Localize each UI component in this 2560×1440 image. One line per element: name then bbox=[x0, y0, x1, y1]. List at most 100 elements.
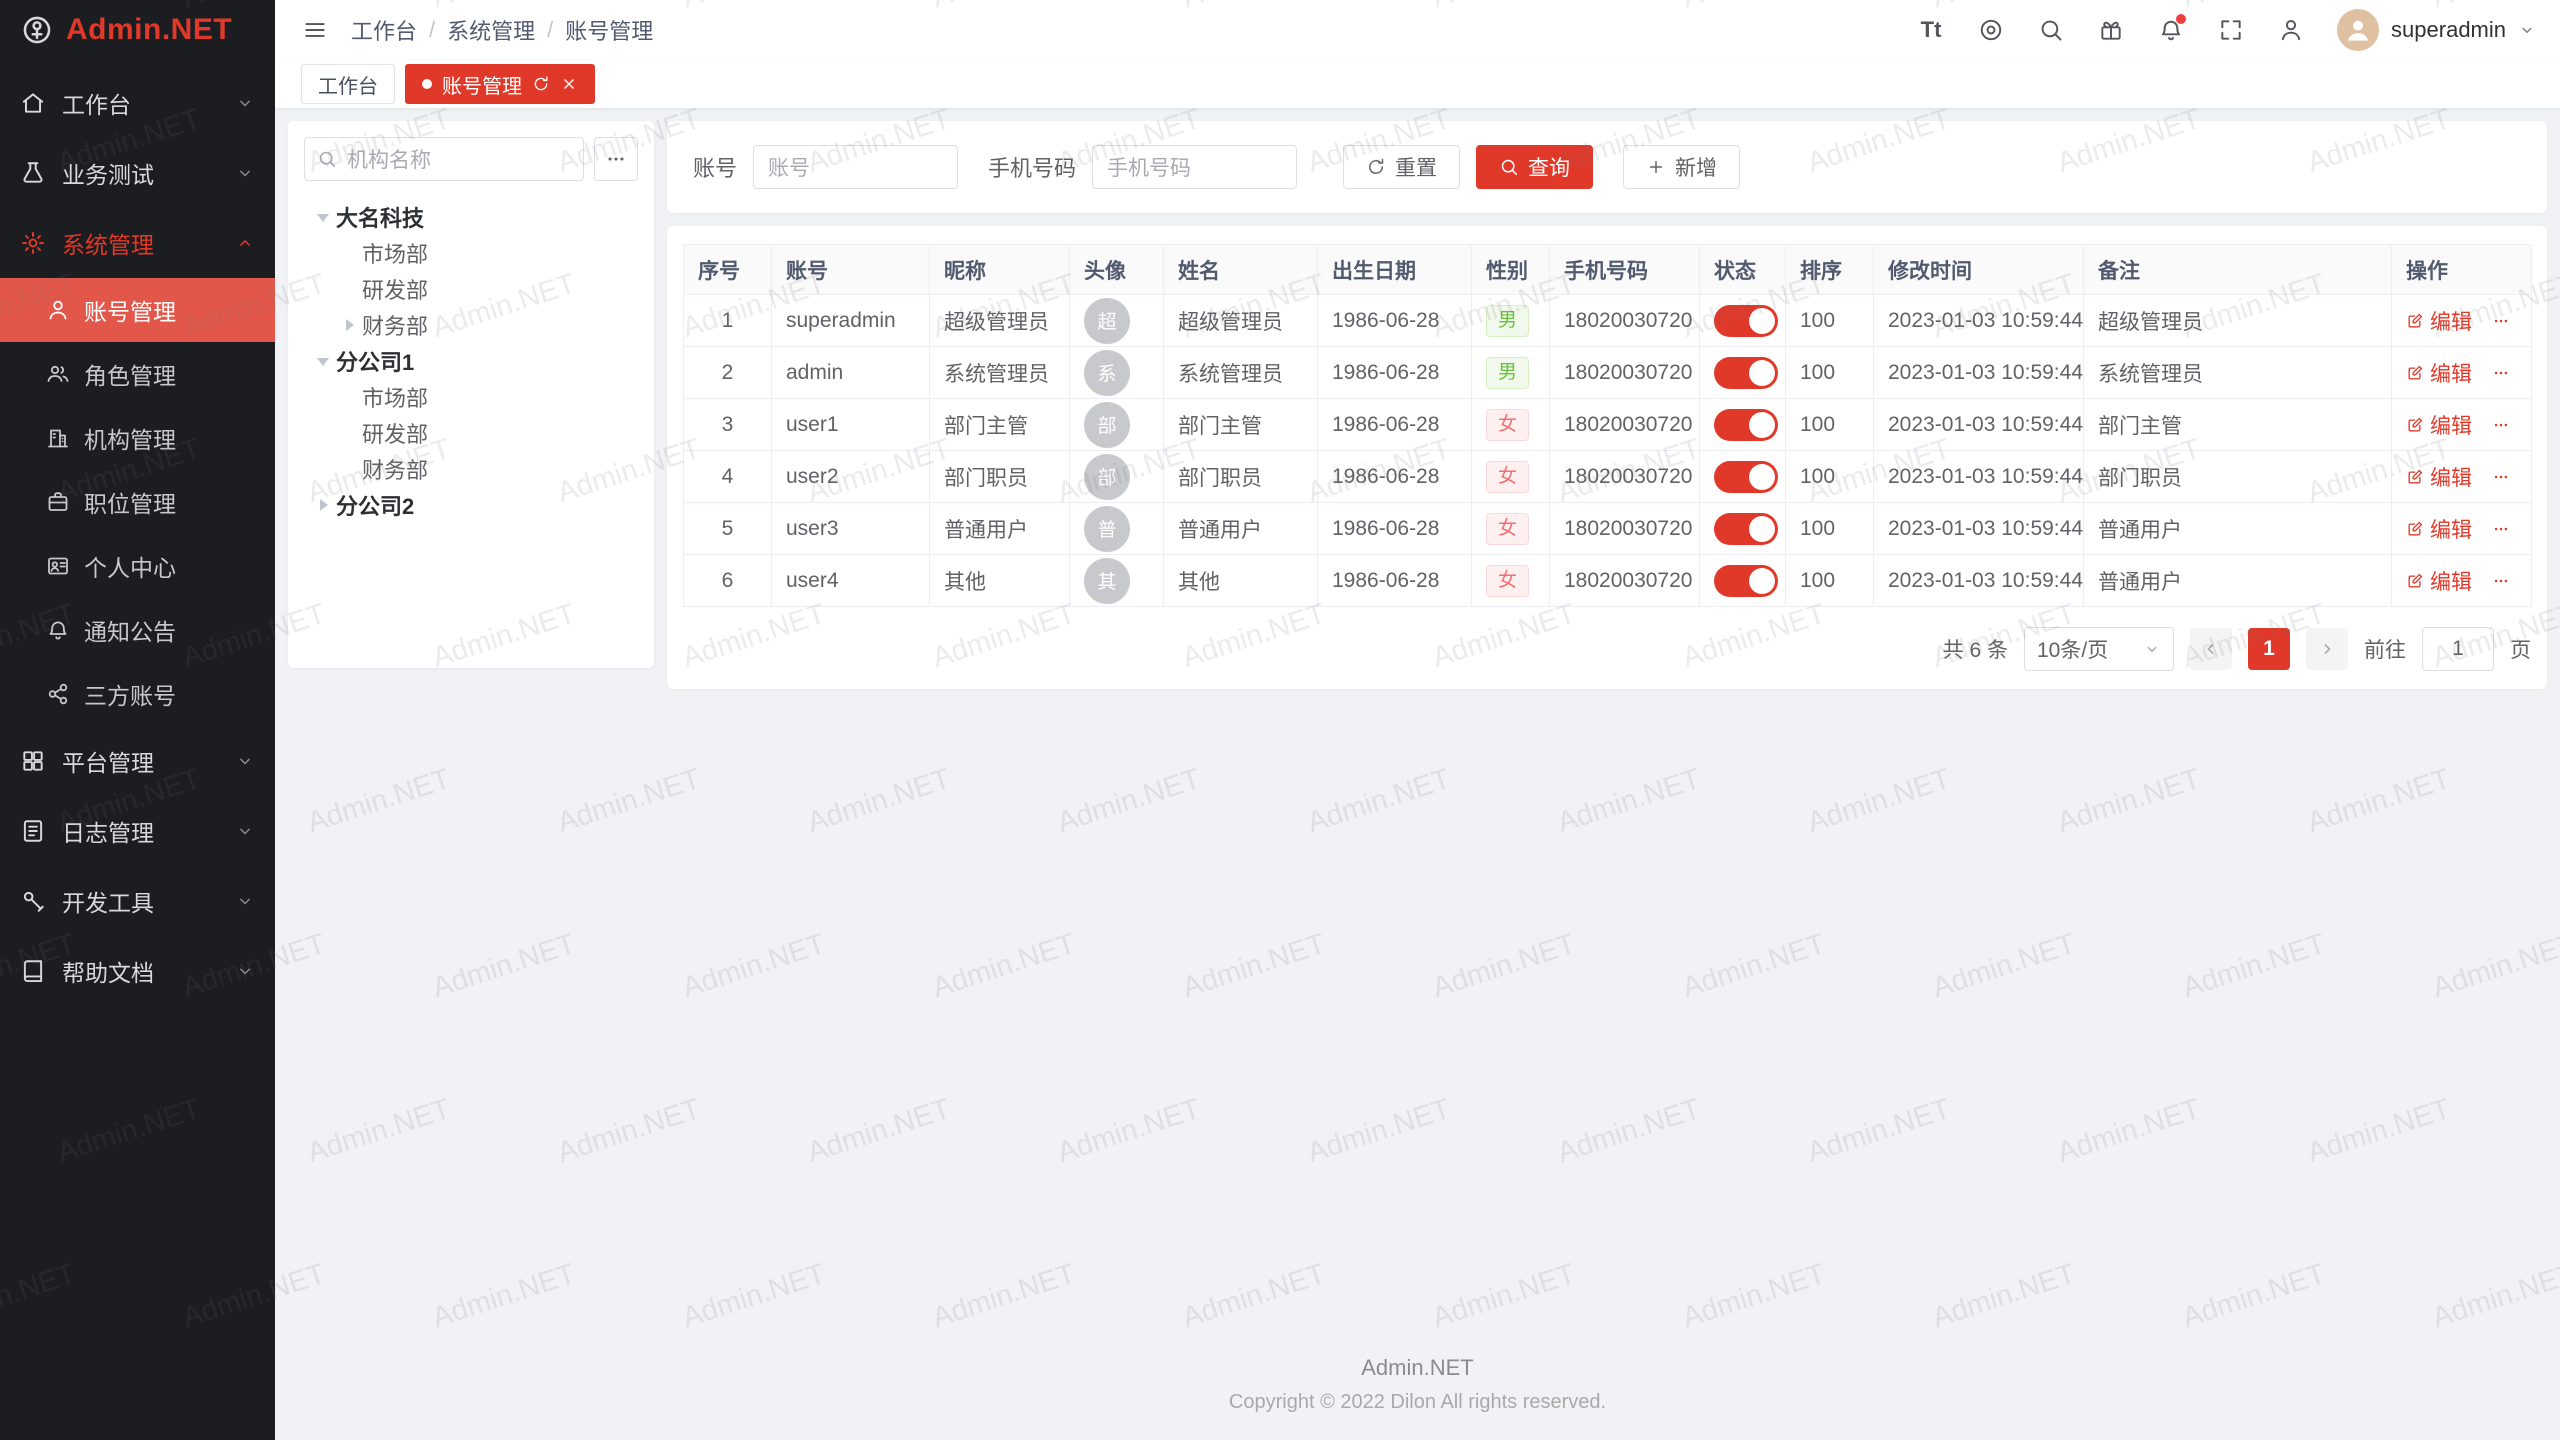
bell-icon bbox=[46, 618, 70, 642]
status-toggle[interactable] bbox=[1714, 409, 1778, 441]
caret-right-icon[interactable] bbox=[310, 492, 336, 518]
status-toggle[interactable] bbox=[1714, 565, 1778, 597]
gender-tag: 男 bbox=[1486, 357, 1529, 389]
caret-down-icon[interactable] bbox=[310, 348, 336, 374]
status-toggle[interactable] bbox=[1714, 461, 1778, 493]
notification-button[interactable] bbox=[2155, 14, 2187, 46]
status-toggle[interactable] bbox=[1714, 305, 1778, 337]
edit-button[interactable]: 编辑 bbox=[2406, 462, 2472, 492]
gift-icon bbox=[2098, 17, 2124, 43]
edit-button[interactable]: 编辑 bbox=[2406, 306, 2472, 336]
cell-modified: 2023-01-03 10:59:44 bbox=[1874, 555, 2084, 607]
account-label: 账号 bbox=[693, 151, 737, 183]
org-search-input[interactable]: 机构名称 bbox=[304, 137, 584, 181]
user-button[interactable] bbox=[2275, 14, 2307, 46]
hamburger-icon bbox=[302, 17, 328, 43]
row-more-button[interactable] bbox=[2492, 572, 2510, 590]
tab-close-icon[interactable] bbox=[560, 75, 578, 93]
fullscreen-button[interactable] bbox=[2215, 14, 2247, 46]
edit-icon bbox=[2406, 520, 2424, 538]
prev-page-button[interactable] bbox=[2190, 628, 2232, 670]
goto-page-input[interactable]: 1 bbox=[2422, 627, 2494, 671]
page-number-1[interactable]: 1 bbox=[2248, 628, 2290, 670]
cell-gender: 女 bbox=[1472, 451, 1550, 503]
edit-button[interactable]: 编辑 bbox=[2406, 358, 2472, 388]
tree-node[interactable]: 分公司1 bbox=[304, 343, 638, 379]
sidebar-item-workbench[interactable]: 工作台 bbox=[0, 68, 275, 138]
caret-right-icon[interactable] bbox=[336, 312, 362, 338]
global-search-button[interactable] bbox=[2035, 14, 2067, 46]
phone-input[interactable]: 手机号码 bbox=[1092, 145, 1297, 189]
tab-1[interactable]: 账号管理 bbox=[405, 64, 595, 104]
tool-icon bbox=[20, 888, 46, 914]
row-more-button[interactable] bbox=[2492, 364, 2510, 382]
tree-node[interactable]: 市场部 bbox=[304, 235, 638, 271]
sidebar-item-business-test[interactable]: 业务测试 bbox=[0, 138, 275, 208]
caret-down-icon[interactable] bbox=[310, 204, 336, 230]
sidebar-subitem-personal-center[interactable]: 个人中心 bbox=[0, 534, 275, 598]
cell-sort: 100 bbox=[1786, 451, 1874, 503]
cell-actions: 编辑 bbox=[2392, 399, 2532, 451]
row-more-button[interactable] bbox=[2492, 520, 2510, 538]
sidebar-subitem-role[interactable]: 角色管理 bbox=[0, 342, 275, 406]
org-panel: 机构名称 大名科技市场部研发部财务部分公司1市场部研发部财务部分公司2 bbox=[288, 121, 654, 668]
tree-node[interactable]: 分公司2 bbox=[304, 487, 638, 523]
org-more-button[interactable] bbox=[594, 137, 638, 181]
tree-node[interactable]: 研发部 bbox=[304, 271, 638, 307]
status-toggle[interactable] bbox=[1714, 513, 1778, 545]
menu-collapse-button[interactable] bbox=[299, 14, 331, 46]
user-menu[interactable]: superadmin bbox=[2337, 9, 2536, 51]
cell-index: 2 bbox=[684, 347, 772, 399]
edit-icon bbox=[2406, 468, 2424, 486]
tab-0[interactable]: 工作台 bbox=[301, 64, 395, 104]
cell-sort: 100 bbox=[1786, 555, 1874, 607]
row-more-button[interactable] bbox=[2492, 468, 2510, 486]
tree-node[interactable]: 财务部 bbox=[304, 307, 638, 343]
breadcrumb-item[interactable]: 系统管理 bbox=[447, 14, 535, 46]
edit-button[interactable]: 编辑 bbox=[2406, 566, 2472, 596]
tab-refresh-icon[interactable] bbox=[532, 75, 550, 93]
sidebar-item-dev-tools[interactable]: 开发工具 bbox=[0, 866, 275, 936]
cell-gender: 女 bbox=[1472, 399, 1550, 451]
row-more-button[interactable] bbox=[2492, 312, 2510, 330]
add-button[interactable]: 新增 bbox=[1623, 145, 1740, 189]
edit-button[interactable]: 编辑 bbox=[2406, 410, 2472, 440]
breadcrumb-item[interactable]: 工作台 bbox=[351, 14, 417, 46]
theme-button[interactable] bbox=[1975, 14, 2007, 46]
pagination: 共 6 条 10条/页 1 前 bbox=[683, 627, 2531, 671]
tree-node[interactable]: 研发部 bbox=[304, 415, 638, 451]
tree-node-label: 分公司2 bbox=[336, 489, 414, 521]
row-more-button[interactable] bbox=[2492, 416, 2510, 434]
cell-sort: 100 bbox=[1786, 347, 1874, 399]
page-size-select[interactable]: 10条/页 bbox=[2024, 627, 2174, 671]
gender-tag: 女 bbox=[1486, 513, 1529, 545]
gift-button[interactable] bbox=[2095, 14, 2127, 46]
sidebar-subitem-third-party-account[interactable]: 三方账号 bbox=[0, 662, 275, 726]
account-input[interactable]: 账号 bbox=[753, 145, 958, 189]
query-button[interactable]: 查询 bbox=[1476, 145, 1593, 189]
cell-name: 其他 bbox=[1164, 555, 1318, 607]
cell-account: user4 bbox=[772, 555, 930, 607]
sidebar-item-platform-management[interactable]: 平台管理 bbox=[0, 726, 275, 796]
sidebar-item-system-management[interactable]: 系统管理 bbox=[0, 208, 275, 278]
next-page-button[interactable] bbox=[2306, 628, 2348, 670]
tree-node[interactable]: 财务部 bbox=[304, 451, 638, 487]
edit-button[interactable]: 编辑 bbox=[2406, 514, 2472, 544]
cell-actions: 编辑 bbox=[2392, 347, 2532, 399]
sidebar-item-label: 工作台 bbox=[62, 86, 131, 120]
font-size-button[interactable]: Tt bbox=[1915, 14, 1947, 46]
sidebar-subitem-account[interactable]: 账号管理 bbox=[0, 278, 275, 342]
sidebar-subitem-position[interactable]: 职位管理 bbox=[0, 470, 275, 534]
tree-node[interactable]: 大名科技 bbox=[304, 199, 638, 235]
sidebar-subitem-notice[interactable]: 通知公告 bbox=[0, 598, 275, 662]
reset-button[interactable]: 重置 bbox=[1343, 145, 1460, 189]
sidebar-subitem-organization[interactable]: 机构管理 bbox=[0, 406, 275, 470]
sidebar-item-log-management[interactable]: 日志管理 bbox=[0, 796, 275, 866]
cell-modified: 2023-01-03 10:59:44 bbox=[1874, 399, 2084, 451]
caret-placeholder bbox=[336, 420, 362, 446]
sidebar-item-help-docs[interactable]: 帮助文档 bbox=[0, 936, 275, 1006]
tree-node[interactable]: 市场部 bbox=[304, 379, 638, 415]
status-toggle[interactable] bbox=[1714, 357, 1778, 389]
footer: Admin.NET Copyright © 2022 Dilon All rig… bbox=[275, 1355, 2560, 1440]
brand[interactable]: Admin.NET bbox=[0, 0, 275, 60]
